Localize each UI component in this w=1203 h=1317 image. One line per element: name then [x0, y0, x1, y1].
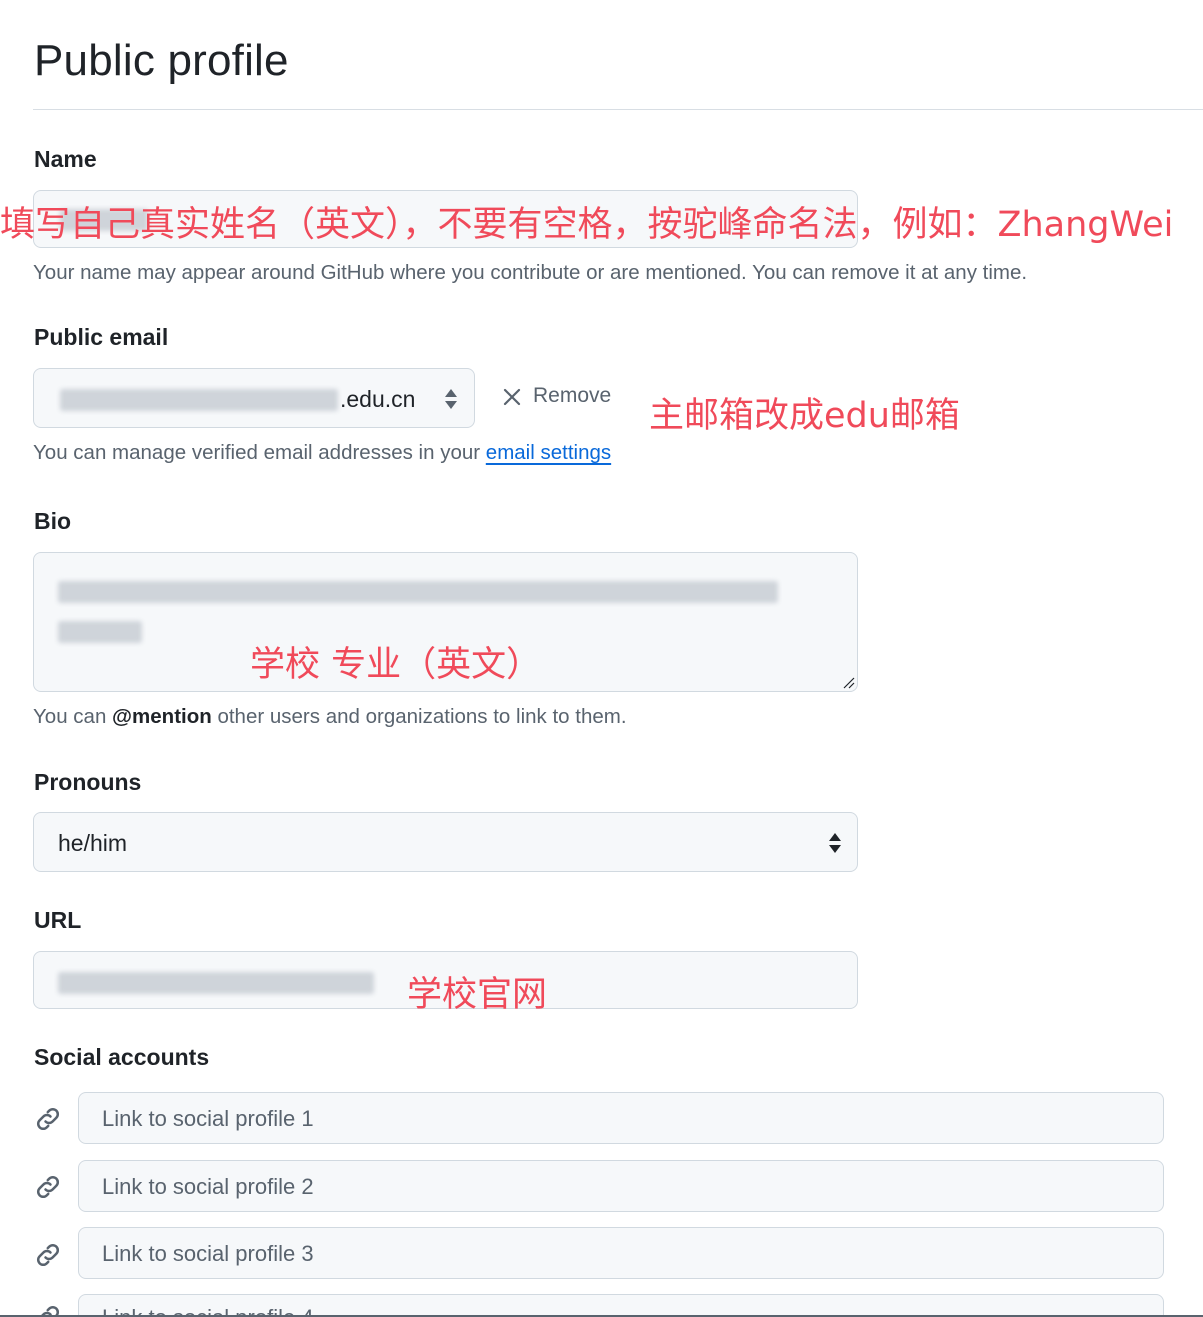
- bio-redacted-line-2: [58, 621, 142, 643]
- name-annotation: 填写自己真实姓名（英文），不要有空格，按驼峰命名法，例如：ZhangWei: [0, 205, 1174, 245]
- social-accounts-label: Social accounts: [34, 1044, 210, 1070]
- url-redacted-value: [58, 972, 374, 994]
- page-title: Public profile: [34, 36, 289, 85]
- bio-annotation: 学校 专业（英文）: [250, 645, 542, 685]
- link-icon: [33, 1172, 63, 1207]
- bio-label: Bio: [34, 508, 72, 534]
- social-row-4-clip: Link to social profile 4: [0, 1294, 1203, 1315]
- email-redacted-value: [60, 389, 338, 411]
- link-icon: [33, 1104, 63, 1139]
- bio-hint-prefix: You can: [33, 705, 113, 728]
- select-arrows-icon: [445, 389, 457, 409]
- remove-email-button[interactable]: Remove: [500, 384, 620, 414]
- bio-hint: You can @mention other users and organiz…: [33, 705, 627, 729]
- social-profile-placeholder: Link to social profile 1: [102, 1106, 314, 1131]
- public-email-select[interactable]: .edu.cn: [33, 368, 475, 428]
- email-hint-text: You can manage verified email addresses …: [33, 441, 486, 464]
- email-hint: You can manage verified email addresses …: [33, 441, 611, 465]
- social-profile-input-4[interactable]: Link to social profile 4: [78, 1294, 1164, 1315]
- pronouns-value: he/him: [58, 830, 128, 856]
- pronouns-select[interactable]: he/him: [33, 812, 858, 872]
- social-profile-placeholder: Link to social profile 2: [102, 1174, 314, 1199]
- email-annotation: 主邮箱改成edu邮箱: [649, 396, 960, 436]
- pronouns-label: Pronouns: [34, 769, 142, 795]
- resize-handle-icon[interactable]: [843, 677, 855, 689]
- link-icon: [33, 1302, 63, 1315]
- social-profile-placeholder: Link to social profile 4: [102, 1305, 314, 1315]
- email-domain-text: .edu.cn: [340, 386, 416, 412]
- title-divider: [33, 109, 1203, 110]
- bio-redacted-line-1: [58, 581, 778, 603]
- close-icon: [503, 388, 521, 406]
- public-email-label: Public email: [34, 324, 169, 350]
- url-label: URL: [34, 907, 82, 933]
- social-profile-input-3[interactable]: Link to social profile 3: [78, 1227, 1164, 1279]
- mention-text: @mention: [112, 705, 212, 728]
- social-profile-input-2[interactable]: Link to social profile 2: [78, 1160, 1164, 1212]
- select-arrows-icon: [829, 833, 841, 853]
- name-hint: Your name may appear around GitHub where…: [33, 261, 1028, 284]
- bio-hint-suffix: other users and organizations to link to…: [211, 705, 627, 728]
- email-settings-link[interactable]: email settings: [486, 441, 611, 464]
- link-icon: [33, 1240, 63, 1275]
- remove-label: Remove: [533, 384, 612, 407]
- url-annotation: 学校官网: [407, 975, 548, 1015]
- social-profile-placeholder: Link to social profile 3: [102, 1241, 314, 1266]
- name-label: Name: [34, 146, 97, 172]
- social-profile-input-1[interactable]: Link to social profile 1: [78, 1092, 1164, 1144]
